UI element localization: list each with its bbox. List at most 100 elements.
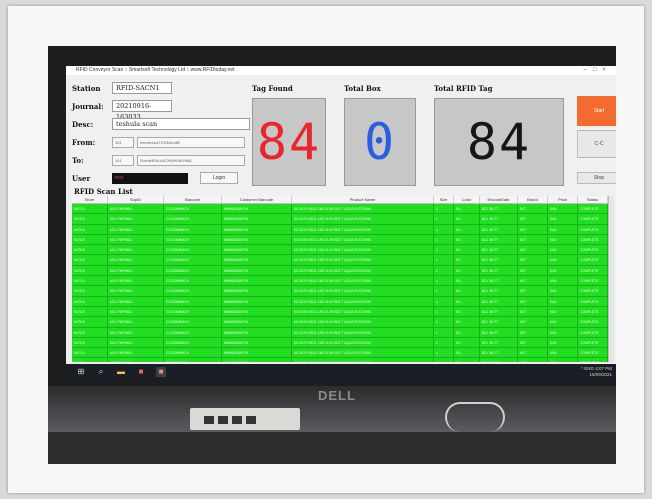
clock-date: 16/09/2021 [589, 371, 612, 377]
table-row[interactable]: NLFLBML2-FMFM6LLCCGDMNMCHMMMM2MMTMNCG4TH… [72, 327, 608, 338]
column-header[interactable]: Brand [518, 196, 548, 203]
network-router [190, 408, 300, 430]
scan-list-title: RFID Scan List [74, 187, 133, 196]
user-field[interactable]: test [112, 172, 188, 184]
to-location-select[interactable]: SmrdbEMLAKOKMKNKHMA [137, 154, 245, 166]
journal-field[interactable]: 20210916-163033 [112, 100, 172, 121]
table-cell: CCGDMNMCH [164, 255, 222, 265]
table-cell: SA [454, 234, 480, 245]
search-icon[interactable]: ⌕ [96, 367, 106, 377]
table-row[interactable]: NLFLBML2-FMFM6LLCCGDMNMCHMMMM2MMTMNCG4TH… [72, 337, 608, 349]
table-row[interactable]: NLFLBML2-FMFM6LLCCGDMNMCHMMMM2MMTMNCG4TH… [72, 245, 608, 256]
table-cell: B21 JM TT [480, 276, 518, 286]
table-cell: SA [454, 286, 480, 296]
table-cell: ML2-FMFM6LL [108, 337, 164, 348]
column-header[interactable]: SupID [108, 196, 164, 203]
to-code-select[interactable]: 101 [112, 154, 134, 166]
table-cell: NCG4TH B021 1NS 2L0H B02 T AQUA RLTDOHM [292, 358, 434, 362]
table-cell: N27 [518, 358, 548, 362]
table-cell: B21 JM TT [480, 224, 518, 234]
table-cell: N27 [518, 204, 548, 214]
column-header[interactable]: Product Name [292, 196, 434, 203]
from-location-select[interactable]: InterbrandTODMAndB [137, 136, 245, 148]
column-header[interactable]: Status [578, 196, 608, 203]
to-label: To: [72, 155, 84, 165]
table-row[interactable]: NLFLBML2-FMFM6LLCCGDMNMCHMMMM2MMTMNCG4TH… [72, 265, 608, 277]
stop-button[interactable]: Stop [577, 172, 616, 184]
table-cell: COMPLETE [578, 327, 608, 337]
table-cell: COMPLETE [578, 265, 608, 276]
table-cell: B21 JM TT [480, 358, 518, 362]
close-icon[interactable]: × [602, 67, 612, 73]
table-row[interactable]: NLFLBML2-FMFM6LLCCGDMNMCHMMMM2MMTMNCG4TH… [72, 296, 608, 307]
column-header[interactable]: Store [72, 196, 108, 203]
table-cell: SA [454, 358, 480, 362]
table-row[interactable]: NLFLBML2-FMFM6LLCCGDMNMCHMMMM2MMTMNCG4TH… [72, 348, 608, 359]
table-cell: MMMM2MMTM [222, 306, 292, 317]
table-cell: B21 JM TT [480, 327, 518, 337]
login-button[interactable]: Login [200, 172, 238, 184]
column-header[interactable]: Barcode [164, 196, 222, 203]
total-rfid-display: 84 [434, 98, 564, 186]
table-row[interactable]: NLFLBML2-FMFM6LLCCGDMNMCHMMMM2MMTMNCG4TH… [72, 255, 608, 266]
table-cell: CCGDMNMCH [164, 327, 222, 337]
column-header[interactable]: Customer Barcode [222, 196, 292, 203]
tag-found-display: 84 [252, 98, 326, 186]
start-button[interactable]: Start [577, 96, 616, 126]
table-cell: ML2-FMFM6LL [108, 327, 164, 337]
table-cell: NLFLB [72, 224, 108, 234]
table-cell: NLFLB [72, 265, 108, 276]
table-cell: COMPLETE [578, 317, 608, 327]
column-header[interactable]: EncodeDate [480, 196, 518, 203]
app-icon[interactable]: ■ [136, 367, 146, 377]
table-cell: L [434, 306, 454, 317]
from-code-select[interactable]: 101 [112, 136, 134, 148]
table-cell: NAV [548, 337, 578, 348]
table-cell: COMPLETE [578, 224, 608, 234]
column-header[interactable]: Price [548, 196, 578, 203]
table-cell: CCGDMNMCH [164, 265, 222, 276]
table-row[interactable]: NLFLBML2-FMFM6LLCCGDMNMCHMMMM2MMTMNCG4TH… [72, 286, 608, 297]
minimize-icon[interactable]: – [584, 67, 593, 73]
table-cell: NCG4TH B021 1NS 2L0H B02 T AQUA RLTDOHM [292, 204, 434, 214]
table-cell: SA [454, 337, 480, 348]
system-tray[interactable]: ^ ENG 4:07 PM 16/09/2021 [581, 366, 612, 377]
table-cell: MMMM2MMTM [222, 327, 292, 337]
table-cell: NLFLB [72, 348, 108, 358]
app-icon-active[interactable]: ■ [156, 367, 166, 377]
table-cell: SA [454, 276, 480, 286]
table-row[interactable]: NLFLBML2-FMFM6LLCCGDMNMCHMMMM2MMTMNCG4TH… [72, 276, 608, 287]
monitor-brand-logo: DELL [318, 388, 356, 403]
table-row[interactable]: NLFLBML2-FMFM6LLCCGDMNMCHMMMM2MMTMNCG4TH… [72, 358, 608, 362]
desc-field[interactable]: teshula scan [112, 118, 250, 130]
vertical-scrollbar[interactable] [608, 196, 614, 362]
table-cell: NAV [548, 306, 578, 317]
windows-icon[interactable]: ⊞ [76, 367, 86, 377]
table-cell: NCG4TH B021 1NS 2L0H B02 T AQUA RLTDOHM [292, 276, 434, 286]
table-cell: N27 [518, 348, 548, 358]
table-cell: COMPLETE [578, 306, 608, 317]
window-titlebar: RFID Conveyor Scan :: Smartsoft Technolo… [66, 66, 616, 75]
table-row[interactable]: NLFLBML2-FMFM6LLCCGDMNMCHMMMM2MMTMNCG4TH… [72, 214, 608, 225]
table-cell: ML2-FMFM6LL [108, 286, 164, 296]
column-header[interactable]: Size [434, 196, 454, 203]
table-cell: CCGDMNMCH [164, 214, 222, 224]
table-cell: L [434, 204, 454, 214]
table-row[interactable]: NLFLBML2-FMFM6LLCCGDMNMCHMMMM2MMTMNCG4TH… [72, 234, 608, 246]
table-row[interactable]: NLFLBML2-FMFM6LLCCGDMNMCHMMMM2MMTMNCG4TH… [72, 204, 608, 215]
total-box-label: Total Box [344, 84, 381, 93]
table-row[interactable]: NLFLBML2-FMFM6LLCCGDMNMCHMMMM2MMTMNCG4TH… [72, 317, 608, 328]
table-cell: SA [454, 327, 480, 337]
table-row[interactable]: NLFLBML2-FMFM6LLCCGDMNMCHMMMM2MMTMNCG4TH… [72, 224, 608, 235]
table-cell: NCG4TH B021 1NS 2L0H B02 T AQUA RLTDOHM [292, 348, 434, 358]
column-header[interactable]: Color [454, 196, 480, 203]
table-cell: ML2-FMFM6LL [108, 214, 164, 224]
station-field[interactable]: RFID-SACN1 [112, 82, 172, 94]
clear-button[interactable]: C-C [577, 130, 616, 158]
window-controls[interactable]: –□× [584, 66, 612, 75]
table-row[interactable]: NLFLBML2-FMFM6LLCCGDMNMCHMMMM2MMTMNCG4TH… [72, 306, 608, 318]
table-cell: L [434, 276, 454, 286]
file-explorer-icon[interactable]: ▬ [116, 367, 126, 377]
table-cell: MMMM2MMTM [222, 317, 292, 327]
table-cell: MMMM2MMTM [222, 286, 292, 296]
